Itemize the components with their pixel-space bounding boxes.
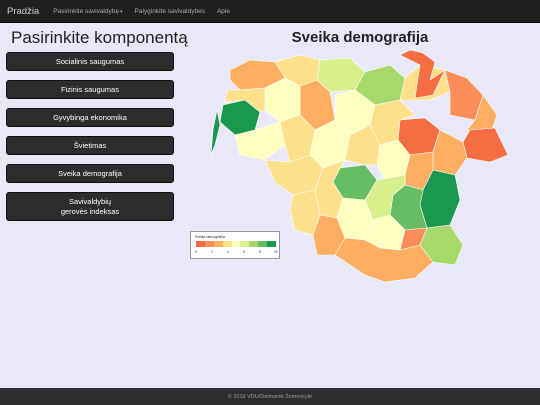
legend-swatch (222, 241, 232, 247)
legend-swatch (240, 241, 250, 247)
map-legend: Sveika demografija 0 2 4 6 8 10 (190, 231, 280, 259)
map-region[interactable] (432, 129, 468, 176)
legend-tick: 4 (227, 250, 229, 254)
legend-tick: 8 (259, 250, 261, 254)
vibrant-economy-button[interactable]: Gyvybinga ekonomika (6, 108, 174, 127)
legend-ticks: 0 2 4 6 8 10 (195, 250, 278, 256)
legend-color-scale (196, 241, 277, 247)
legend-swatch (231, 241, 241, 247)
wellbeing-index-button[interactable]: Savivaldybių gerovės indeksas (6, 192, 174, 221)
map-region[interactable] (210, 109, 221, 156)
legend-swatch (258, 241, 268, 247)
legend-swatch (249, 241, 259, 247)
map-region[interactable] (462, 127, 509, 163)
nav-home-link[interactable]: Pradžia (0, 6, 47, 17)
nav-select-municipality-dropdown[interactable]: Pasirinkite savivaldybę▾ (47, 8, 128, 15)
caret-down-icon: ▾ (119, 8, 123, 15)
legend-swatch (213, 241, 223, 247)
sidebar-title: Pasirinkite komponentą (11, 28, 188, 47)
physical-security-button[interactable]: Fizinis saugumas (6, 80, 174, 99)
footer: © 2019 VDU/Deimantė Žemeckytė (0, 388, 540, 405)
wellbeing-index-label: Savivaldybių gerovės indeksas (60, 197, 120, 216)
legend-title: Sveika demografija (195, 235, 225, 239)
legend-tick: 10 (274, 250, 278, 254)
nav-compare-link[interactable]: Palyginkite savivaldybes (129, 8, 211, 15)
nav-select-municipality-label: Pasirinkite savivaldybę (53, 7, 119, 15)
education-button[interactable]: Švietimas (6, 136, 174, 155)
social-security-button[interactable]: Socialinis saugumas (6, 52, 174, 71)
map-region[interactable] (264, 154, 324, 196)
legend-tick: 6 (243, 250, 245, 254)
healthy-demography-button[interactable]: Sveika demografija (6, 164, 174, 183)
nav-about-link[interactable]: Apie (211, 8, 236, 15)
legend-tick: 0 (195, 250, 197, 254)
map-title: Sveika demografija (291, 29, 429, 46)
legend-tick: 2 (211, 250, 213, 254)
top-navbar: Pradžia Pasirinkite savivaldybę▾ Palygin… (0, 0, 540, 23)
legend-swatch (196, 241, 205, 247)
component-sidebar: Pasirinkite komponentą Socialinis saugum… (6, 28, 188, 230)
legend-swatch (267, 241, 277, 247)
legend-swatch (204, 241, 214, 247)
